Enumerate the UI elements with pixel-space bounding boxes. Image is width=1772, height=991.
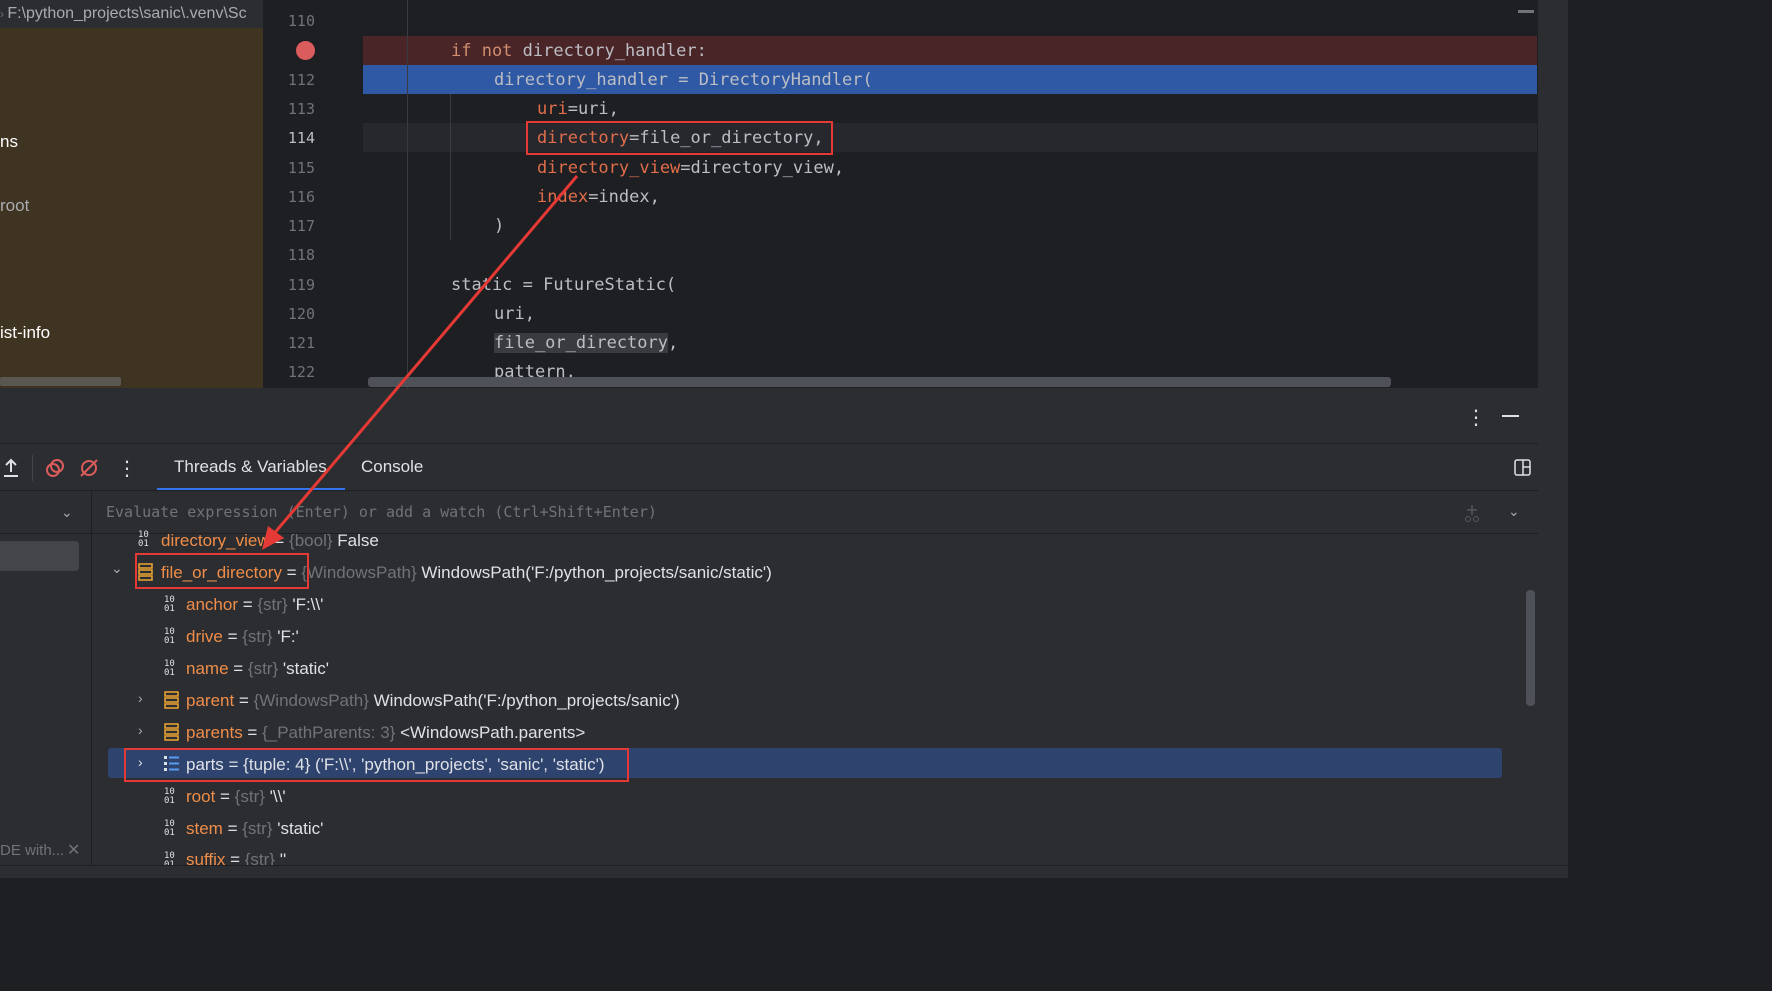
annotation-arrow-icon — [262, 175, 579, 550]
